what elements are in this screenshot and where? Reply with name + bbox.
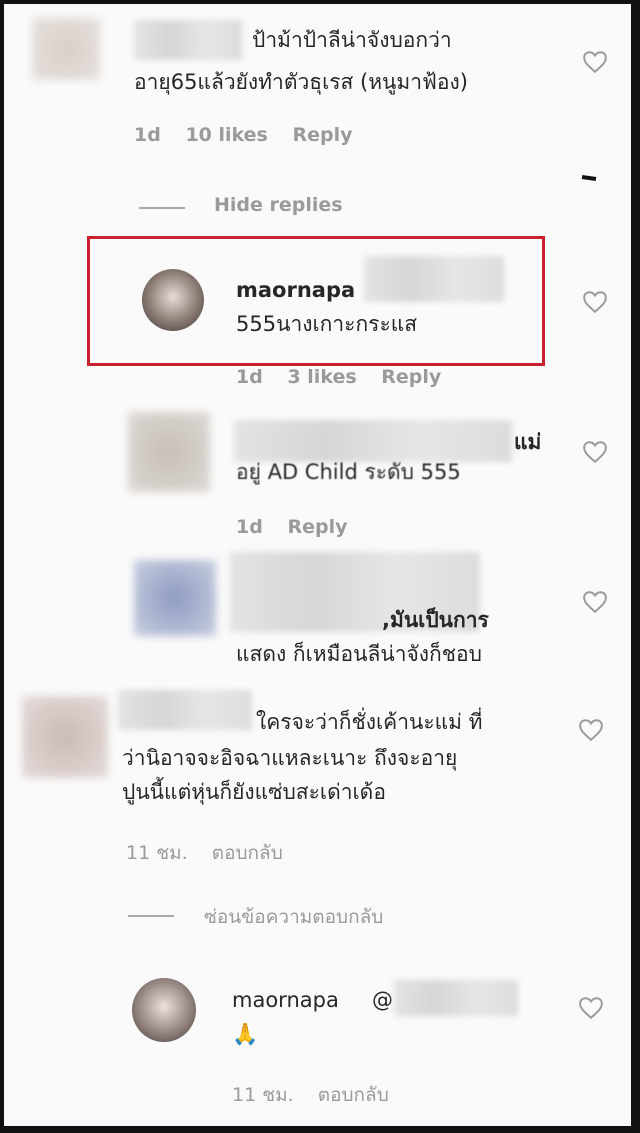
blurred-avatar[interactable] (32, 18, 100, 80)
comment-text: แม่ (514, 430, 542, 454)
blurred-username[interactable] (134, 20, 242, 60)
comment-time: 1d (236, 366, 263, 388)
heart-outline-icon[interactable] (582, 50, 608, 74)
blurred-mention[interactable] (364, 256, 504, 302)
reply-button[interactable]: ตอบกลับ (212, 842, 283, 864)
comment-text: ใครจะว่าก็ชั่งเค้านะแม่ ที่ (256, 710, 483, 734)
comment-text: 555นางเกาะกระแส (236, 312, 418, 336)
blurred-mention[interactable] (394, 980, 518, 1016)
comment-meta: 11 ชม. ตอบกลับ (232, 1080, 407, 1110)
comment-time: 1d (236, 516, 263, 538)
blurred-username[interactable] (118, 690, 252, 730)
blurred-avatar[interactable] (22, 696, 108, 778)
likes-count[interactable]: 10 likes (185, 124, 267, 146)
heart-outline-icon[interactable] (582, 290, 608, 314)
hide-replies-button[interactable]: Hide replies (214, 194, 343, 216)
hide-replies-button[interactable]: ซ่อนข้อความตอบกลับ (204, 902, 383, 932)
avatar[interactable] (142, 269, 204, 331)
reply-button[interactable]: Reply (287, 516, 347, 538)
comment-text: ,มันเป็นการ (382, 608, 489, 632)
comment-username[interactable]: maornapa (232, 984, 339, 1016)
emoji-text: 🙏 (232, 1022, 259, 1046)
comment-text: ป้าม้าป้าลีน่าจังบอกว่า (252, 28, 452, 52)
divider-line (139, 207, 185, 209)
heart-outline-icon[interactable] (578, 996, 604, 1020)
comment-text: อยู่ AD Child ระดับ 555 (236, 460, 461, 484)
avatar[interactable] (132, 978, 196, 1042)
mention-prefix[interactable]: @ (372, 984, 393, 1016)
comment-text: อายุ65แล้วยังทำตัวธุเรส (หนูมาฟ้อง) (134, 70, 468, 94)
comment-meta: 11 ชม. ตอบกลับ (126, 838, 301, 868)
comment-text: ว่านิอาจจะอิจฉาแหละเนาะ ถึงจะอายุ (122, 746, 458, 770)
blurred-avatar[interactable] (134, 560, 216, 636)
heart-outline-icon[interactable] (582, 440, 608, 464)
comment-meta: 1d Reply (236, 516, 365, 538)
divider-line (128, 915, 174, 917)
comment-time: 11 ชม. (232, 1084, 294, 1106)
heart-outline-icon[interactable] (578, 718, 604, 742)
comment-username[interactable]: maornapa (236, 274, 355, 306)
comment-text: ปูนนี้แต่หุ่นก็ยังแซ่บสะเด่าเด้อ (122, 780, 386, 804)
comment-time: 11 ชม. (126, 842, 188, 864)
reply-button[interactable]: Reply (381, 366, 441, 388)
comment-text: แสดง ก็เหมือนลีน่าจังก็ชอบ (236, 642, 482, 666)
likes-count[interactable]: 3 likes (287, 366, 356, 388)
comments-screenshot: ป้าม้าป้าลีน่าจังบอกว่า อายุ65แล้วยังทำต… (4, 4, 631, 1126)
comment-meta: 1d 3 likes Reply (236, 366, 459, 388)
blurred-avatar[interactable] (128, 412, 210, 492)
reply-button[interactable]: ตอบกลับ (318, 1084, 389, 1106)
heart-outline-icon[interactable] (582, 590, 608, 614)
comment-time: 1d (134, 124, 161, 146)
reply-button[interactable]: Reply (292, 124, 352, 146)
comment-meta: 1d 10 likes Reply (134, 124, 371, 146)
scroll-indicator[interactable] (581, 175, 597, 181)
